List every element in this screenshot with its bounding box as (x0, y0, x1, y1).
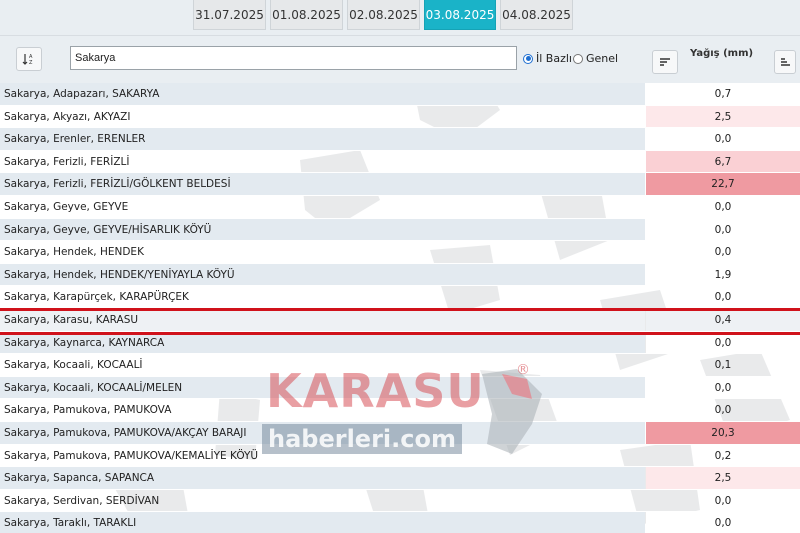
date-tab-3[interactable]: 02.08.2025 (347, 0, 420, 30)
station-name: Sakarya, Ferizli, FERİZLİ/GÖLKENT BELDES… (0, 173, 645, 195)
date-tab-2[interactable]: 01.08.2025 (270, 0, 343, 30)
svg-text:Z: Z (29, 60, 33, 66)
radio-selected-icon (523, 53, 533, 64)
search-input[interactable] (70, 46, 517, 70)
rainfall-value: 0,4 (646, 308, 800, 331)
date-tab-4-active[interactable]: 03.08.2025 (424, 0, 496, 30)
table-row[interactable]: Sakarya, Taraklı, TARAKLI 0,0 (0, 512, 800, 533)
table-row[interactable]: Sakarya, Sapanca, SAPANCA 2,5 (0, 467, 800, 490)
station-name: Sakarya, Kocaali, KOCAALİ (4, 359, 143, 372)
sort-rainfall-button[interactable] (652, 50, 678, 74)
table-row[interactable]: Sakarya, Karapürçek, KARAPÜRÇEK 0,0 (0, 286, 800, 309)
table-row[interactable]: Sakarya, Pamukova, PAMUKOVA 0,0 (0, 399, 800, 422)
table-row[interactable]: Sakarya, Geyve, GEYVE 0,0 (0, 196, 800, 219)
table-row[interactable]: Sakarya, Adapazarı, SAKARYA 0,7 (0, 83, 800, 106)
station-name: Sakarya, Hendek, HENDEK (4, 246, 144, 259)
table-row-highlighted[interactable]: Sakarya, Karasu, KARASU 0,4 (0, 308, 800, 332)
station-name: Sakarya, Pamukova, PAMUKOVA/KEMALİYE KÖY… (4, 449, 259, 462)
table-row[interactable]: Sakarya, Pamukova, PAMUKOVA/KEMALİYE KÖY… (0, 445, 800, 468)
table-row[interactable]: Sakarya, Hendek, HENDEK 0,0 (0, 241, 800, 264)
table-row[interactable]: Sakarya, Hendek, HENDEK/YENİYAYLA KÖYÜ 1,… (0, 263, 800, 287)
station-name: Sakarya, Taraklı, TARAKLI (0, 512, 645, 533)
station-name: Sakarya, Akyazı, AKYAZI (4, 110, 131, 123)
table-row[interactable]: Sakarya, Ferizli, FERİZLİ/GÖLKENT BELDES… (0, 173, 800, 196)
highlight-line-top (0, 308, 800, 311)
station-name: Sakarya, Kocaali, KOCAALİ/MELEN (0, 376, 645, 399)
station-name: Sakarya, Serdivan, SERDİVAN (4, 494, 160, 507)
station-name: Sakarya, Karapürçek, KARAPÜRÇEK (4, 291, 189, 304)
highlight-line-bottom (0, 332, 800, 335)
rainfall-value: 6,7 (646, 150, 800, 173)
rainfall-value: 0,0 (646, 218, 800, 241)
rainfall-value: 0,2 (714, 449, 732, 462)
station-name: Sakarya, Erenler, ERENLER (0, 128, 645, 150)
station-name: Sakarya, Sapanca, SAPANCA (0, 467, 645, 489)
station-name: Sakarya, Geyve, GEYVE/HİSARLIK KÖYÜ (0, 218, 645, 241)
filter-province-label: İl Bazlı (536, 52, 572, 65)
table-row[interactable]: Sakarya, Ferizli, FERİZLİ 6,7 (0, 150, 800, 174)
rainfall-value: 2,5 (646, 467, 800, 489)
rainfall-value: 0,0 (646, 512, 800, 533)
date-tab-5[interactable]: 04.08.2025 (500, 0, 573, 30)
sort-name-button[interactable]: A Z (16, 47, 42, 71)
rainfall-column-header: Yağış (mm) (690, 48, 754, 59)
filter-general-radio[interactable]: Genel (573, 52, 618, 65)
rainfall-value: 0,0 (714, 246, 732, 259)
rainfall-value: 0,0 (714, 404, 732, 417)
table-row[interactable]: Sakarya, Geyve, GEYVE/HİSARLIK KÖYÜ 0,0 (0, 218, 800, 242)
rainfall-value: 0,0 (714, 291, 732, 304)
table-header: A Z İl Bazlı Genel Yağış (mm) (0, 35, 800, 83)
rainfall-value: 0,7 (646, 83, 800, 105)
sort-rainfall-desc-button[interactable] (774, 50, 796, 74)
date-tab-bar: 31.07.2025 01.08.2025 02.08.2025 03.08.2… (0, 0, 800, 35)
filter-general-label: Genel (586, 52, 619, 65)
rainfall-value: 0,0 (646, 376, 800, 399)
rainfall-value: 1,9 (646, 263, 800, 286)
sort-desc-icon (781, 58, 790, 66)
table-row[interactable]: Sakarya, Akyazı, AKYAZI 2,5 (0, 105, 800, 129)
table-row[interactable]: Sakarya, Erenler, ERENLER 0,0 (0, 128, 800, 151)
station-name: Sakarya, Adapazarı, SAKARYA (0, 83, 645, 105)
station-name: Sakarya, Pamukova, PAMUKOVA/AKÇAY BARAJI (0, 421, 645, 444)
rainfall-value: 20,3 (646, 421, 800, 444)
rainfall-value: 22,7 (646, 173, 800, 195)
sort-alpha-icon: A Z (22, 54, 33, 66)
station-name: Sakarya, Karasu, KARASU (0, 308, 645, 331)
rainfall-value: 0,0 (714, 200, 732, 213)
filter-province-radio[interactable]: İl Bazlı (523, 52, 572, 65)
station-name: Sakarya, Pamukova, PAMUKOVA (4, 404, 172, 417)
station-name: Sakarya, Geyve, GEYVE (4, 200, 129, 213)
table-row[interactable]: Sakarya, Kocaali, KOCAALİ 0,1 (0, 354, 800, 377)
table-row[interactable]: Sakarya, Kocaali, KOCAALİ/MELEN 0,0 (0, 376, 800, 400)
rainfall-value: 2,5 (646, 105, 800, 128)
table-row[interactable]: Sakarya, Serdivan, SERDİVAN 0,0 (0, 490, 800, 513)
radio-unselected-icon (573, 53, 583, 64)
rainfall-value: 0,1 (714, 359, 732, 372)
station-name: Sakarya, Hendek, HENDEK/YENİYAYLA KÖYÜ (0, 263, 645, 286)
sort-lines-icon (660, 58, 670, 66)
date-tab-1[interactable]: 31.07.2025 (193, 0, 266, 30)
table-row[interactable]: Sakarya, Pamukova, PAMUKOVA/AKÇAY BARAJI… (0, 421, 800, 445)
station-name: Sakarya, Ferizli, FERİZLİ (4, 155, 130, 168)
rainfall-value: 0,0 (646, 128, 800, 150)
rainfall-value: 0,0 (714, 494, 732, 507)
